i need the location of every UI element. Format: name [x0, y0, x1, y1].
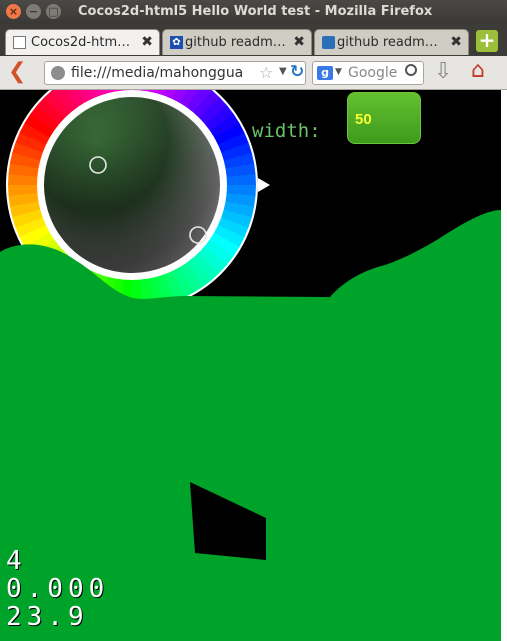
bookmark-star-icon[interactable]: ☆: [259, 63, 273, 82]
window-title: Cocos2d-html5 Hello World test - Mozilla…: [78, 4, 433, 19]
home-icon[interactable]: ⌂: [471, 60, 485, 82]
back-arrow-icon[interactable]: ❮: [8, 61, 26, 83]
stats-fps: 23.9: [6, 602, 89, 632]
width-value: 50: [355, 111, 372, 128]
stats-seconds-per-frame: 0.000: [6, 574, 110, 604]
close-tab-icon[interactable]: ✖: [293, 34, 305, 50]
minimize-window-button[interactable]: −: [26, 4, 41, 19]
scene-svg: [0, 90, 501, 641]
tab-cocos2d[interactable]: Cocos2d-htm… ✖: [5, 29, 160, 55]
search-box[interactable]: g ▼ Google: [312, 61, 424, 85]
width-label: width:: [252, 120, 321, 142]
tab-bar: Cocos2d-htm… ✖ ✿ github readm… ✖ github …: [0, 24, 507, 56]
notes-icon: [322, 36, 335, 49]
tab-github-readme-2[interactable]: github readm… ✖: [314, 29, 469, 55]
maximize-window-button[interactable]: □: [46, 4, 61, 19]
url-dropdown-icon[interactable]: ▼: [279, 66, 287, 77]
tab-github-readme-1[interactable]: ✿ github readm… ✖: [162, 29, 312, 55]
engine-dropdown-icon[interactable]: ▼: [335, 67, 342, 77]
blank-page-icon: [13, 36, 26, 49]
reload-icon[interactable]: ↻: [290, 62, 304, 82]
close-tab-icon[interactable]: ✖: [450, 34, 462, 50]
game-canvas[interactable]: width: 50 4 0.000 23.9: [0, 90, 501, 641]
new-tab-button[interactable]: +: [476, 30, 498, 52]
search-placeholder[interactable]: Google: [348, 65, 397, 81]
url-bar[interactable]: file:///media/mahonggua ☆ ▼ ↻: [44, 61, 306, 85]
width-value-button[interactable]: 50: [347, 92, 421, 144]
url-text[interactable]: file:///media/mahonggua: [71, 65, 257, 81]
tab-label: Cocos2d-htm…: [31, 35, 131, 50]
globe-icon: [51, 66, 65, 80]
right-sidebar-edge: [501, 90, 507, 641]
search-icon[interactable]: [405, 64, 417, 76]
google-engine-icon[interactable]: g: [317, 66, 333, 80]
paw-icon: ✿: [170, 36, 183, 49]
close-window-button[interactable]: ×: [6, 4, 21, 19]
download-arrow-icon[interactable]: ⇩: [434, 61, 452, 83]
stats-draws: 4: [6, 546, 27, 576]
wheel-pointer-icon: [258, 178, 270, 192]
tab-label: github readm…: [185, 35, 286, 50]
close-tab-icon[interactable]: ✖: [141, 34, 153, 50]
navigation-bar: ❮ file:///media/mahonggua ☆ ▼ ↻ g ▼ Goog…: [0, 56, 507, 90]
title-bar: × − □ Cocos2d-html5 Hello World test - M…: [0, 0, 507, 24]
tab-label: github readm…: [337, 35, 438, 50]
